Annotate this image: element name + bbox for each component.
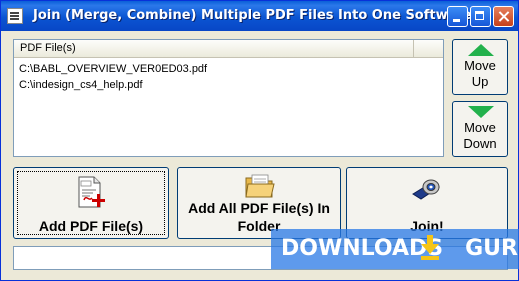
minimize-button[interactable] xyxy=(447,6,468,27)
column-header-pdf-files[interactable]: PDF File(s) xyxy=(14,40,414,57)
move-down-button[interactable]: Move Down xyxy=(452,101,508,157)
move-up-button[interactable]: Move Up xyxy=(452,39,508,95)
list-item[interactable]: C:\indesign_cs4_help.pdf xyxy=(19,77,207,93)
window-title: Join (Merge, Combine) Multiple PDF Files… xyxy=(33,8,472,23)
arrow-down-icon xyxy=(468,106,494,118)
app-window: Join (Merge, Combine) Multiple PDF Files… xyxy=(0,0,519,281)
watermark: DOWNLOADSGURU xyxy=(271,229,519,269)
pdf-add-icon xyxy=(78,176,105,208)
arrow-up-icon xyxy=(468,44,494,56)
list-item[interactable]: C:\BABL_OVERVIEW_VER0ED03.pdf xyxy=(19,61,207,77)
maximize-button[interactable] xyxy=(470,6,491,27)
list-header: PDF File(s) xyxy=(14,40,443,58)
download-arrow-icon xyxy=(421,235,439,260)
folder-icon xyxy=(245,174,275,198)
watermark-text: DOWNLOADSGURU xyxy=(281,236,519,261)
move-down-label: Move Down xyxy=(463,120,497,151)
title-bar[interactable]: Join (Merge, Combine) Multiple PDF Files… xyxy=(1,1,518,31)
app-icon[interactable] xyxy=(7,8,23,24)
add-pdf-label: Add PDF File(s) xyxy=(38,218,144,234)
close-button[interactable] xyxy=(493,6,514,27)
list-items: C:\BABL_OVERVIEW_VER0ED03.pdf C:\indesig… xyxy=(19,61,207,93)
move-up-label: Move Up xyxy=(464,58,496,89)
add-pdf-files-button[interactable]: Add PDF File(s) xyxy=(13,167,169,239)
pdf-file-list[interactable]: PDF File(s) C:\BABL_OVERVIEW_VER0ED03.pd… xyxy=(13,39,444,157)
tape-icon xyxy=(412,179,440,200)
